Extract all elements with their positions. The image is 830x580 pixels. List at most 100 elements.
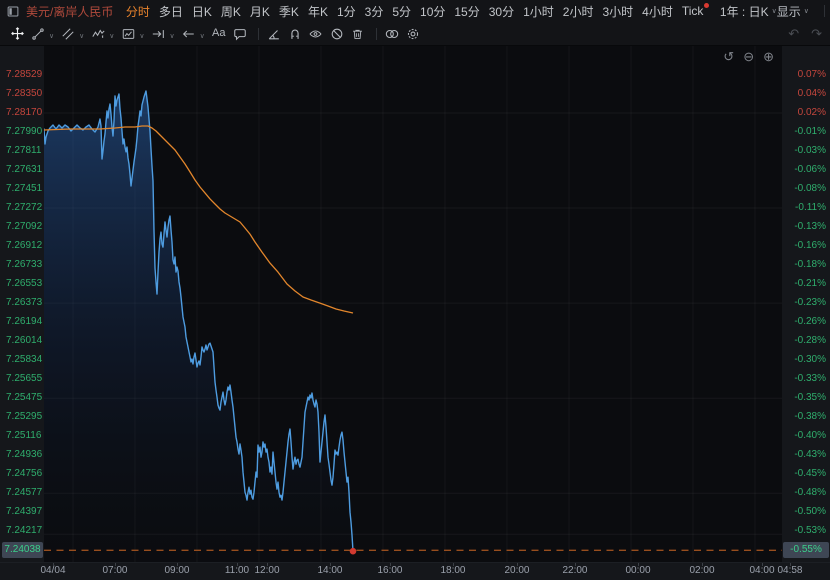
chart-region[interactable]: 7.28529 7.28350 7.28170 7.27990 7.27811 7.276… [0,46,830,580]
period-tab-1分[interactable]: 1分 [332,3,360,20]
period-tab-3小时[interactable]: 3小时 [598,3,638,20]
percent-label: -0.13% [794,221,826,232]
period-tab-Tick[interactable]: Tick [677,3,709,18]
collapse-left-panel-icon[interactable] [6,5,20,18]
arrow-left-tool[interactable] [180,24,198,43]
ban-drawings-tool[interactable] [328,24,346,43]
magnet-tool[interactable] [286,24,304,43]
period-tab-5分[interactable]: 5分 [388,3,416,20]
percent-label: -0.33% [794,373,826,384]
percent-label: 0.02% [797,107,826,118]
time-tick-mark [176,563,178,566]
percent-label: 0.07% [797,69,826,80]
price-label: 7.27811 [6,145,42,156]
angle-tool[interactable] [265,24,283,43]
undo-icon[interactable]: ↶ [788,26,799,42]
price-label: 7.25475 [6,392,43,403]
period-tab-15分[interactable]: 15分 [450,3,484,20]
drawing-settings-gear-icon[interactable] [404,24,422,43]
period-tab-3分[interactable]: 3分 [360,3,388,20]
period-tab-多日[interactable]: 多日 [154,3,187,20]
delete-tool[interactable] [349,24,367,43]
range-selector[interactable]: 1年 : 日K ∨ [720,3,777,20]
trend-line-tool[interactable] [29,24,47,43]
pattern-tool[interactable] [119,24,137,43]
time-tick-mark [114,563,116,566]
period-tab-2小时[interactable]: 2小时 [558,3,598,20]
price-label: 7.26733 [6,259,43,270]
move-tool[interactable] [8,24,26,43]
time-tick-mark [452,563,454,566]
time-label: 09:00 [164,565,190,576]
period-tab-10分[interactable]: 10分 [416,3,450,20]
hide-drawings-tool[interactable] [307,24,325,43]
price-label: 7.24397 [6,506,43,517]
period-tab-30分[interactable]: 30分 [484,3,518,20]
chevron-down-icon[interactable]: ∨ [49,32,54,40]
price-label: 7.27631 [6,164,43,175]
chevron-down-icon[interactable]: ∨ [170,32,175,40]
chevron-down-icon[interactable]: ∨ [79,32,84,40]
period-tab-周K[interactable]: 周K [216,3,245,20]
price-label: 7.27990 [6,126,43,137]
topbar-right-controls: 显示 ∨ ∨ [777,3,830,20]
channel-tool[interactable] [59,24,77,43]
zoom-controls: ↺ ⊖ ⊕ [723,49,774,65]
price-label: 7.28529 [6,69,43,80]
price-label: 7.24756 [6,468,43,479]
period-tab-月K[interactable]: 月K [245,3,274,20]
redo-icon[interactable]: ↷ [811,26,822,42]
percent-label: -0.38% [794,411,826,422]
clone-tool[interactable] [383,24,401,43]
time-label: 07:00 [102,565,128,576]
percent-label: -0.43% [794,449,826,460]
display-menu-label: 显示 [776,4,801,19]
price-label: 7.27272 [6,202,43,213]
text-tool[interactable]: Aa [210,24,228,43]
price-label: 7.25834 [6,354,43,365]
period-tab-4小时[interactable]: 4小时 [638,3,678,20]
top-bar: 美元/离岸人民币 分时 多日 日K 周K 月K 季K 年K 1分 3分 5分 10分 15分 30分 1小… [0,0,830,22]
zoom-out-icon[interactable]: ⊖ [743,49,754,65]
price-line-tool[interactable] [150,24,168,43]
chevron-down-icon[interactable]: ∨ [200,32,205,40]
percent-label: -0.50% [794,506,826,517]
percent-label: -0.28% [794,335,826,346]
period-tab-1小时[interactable]: 1小时 [519,3,559,20]
percent-label: -0.16% [794,240,826,251]
price-label: 7.28170 [6,107,43,118]
reset-zoom-icon[interactable]: ↺ [723,49,734,65]
price-label: 7.26014 [6,335,43,346]
zoom-in-icon[interactable]: ⊕ [763,49,774,65]
comment-tool[interactable] [231,24,249,43]
percent-label: -0.21% [794,278,826,289]
period-tab-日K[interactable]: 日K [187,3,216,20]
period-tab-分时[interactable]: 分时 [121,3,154,20]
chevron-down-icon: ∨ [803,8,809,15]
time-label: 12:00 [254,565,280,576]
price-label: 7.26553 [6,278,43,289]
percent-label: -0.48% [794,487,826,498]
wave-tool[interactable] [89,24,107,43]
time-tick-mark [516,563,518,566]
divider [257,27,259,40]
intraday-plot[interactable] [44,46,782,563]
text-tool-label: Aa [212,27,226,39]
percent-label: -0.30% [794,354,826,365]
price-label: 7.24936 [6,449,43,460]
price-area-fill [44,91,353,563]
drawing-toolbar: ∨ ∨ ∨ ∨ ∨ ∨ Aa ↶ ↷ [0,22,830,46]
period-tab-年K[interactable]: 年K [303,3,332,20]
display-menu[interactable]: 显示 ∨ [777,3,809,20]
time-tick-mark [702,563,703,566]
chevron-down-icon[interactable]: ∨ [109,32,114,40]
percent-label: -0.18% [794,259,826,270]
percent-label: -0.45% [794,468,826,479]
time-label: 04:58 [777,565,803,576]
time-tick-mark [389,563,391,566]
period-tab-季K[interactable]: 季K [274,3,303,20]
percent-label: -0.23% [794,297,826,308]
chevron-down-icon[interactable]: ∨ [139,32,144,40]
current-price-tag: 7.24038 [2,542,43,559]
time-label: 20:00 [504,565,530,576]
